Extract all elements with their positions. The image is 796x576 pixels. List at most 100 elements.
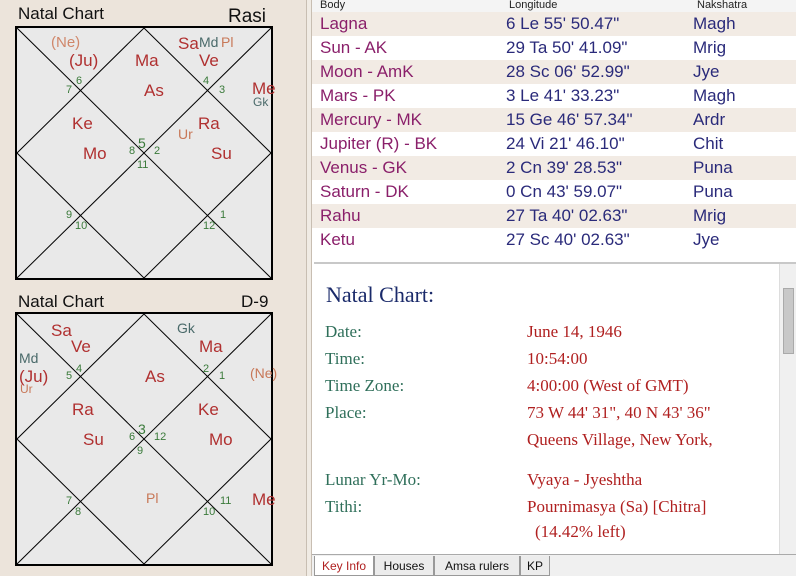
- tab-key-info[interactable]: Key Info: [314, 556, 374, 576]
- planet-label: Ur: [20, 382, 33, 396]
- planet-label: As: [144, 81, 164, 100]
- tab-amsa-rulers[interactable]: Amsa rulers: [434, 556, 520, 576]
- place-label: Place:: [325, 403, 367, 422]
- house-number: 6: [129, 431, 136, 443]
- rasi-chart[interactable]: (Ne) (Ju) Ma Sa Md Pl Ve Me Gk As Ke Ra …: [15, 26, 276, 280]
- longitude-cell: 27 Ta 40' 02.63": [506, 206, 628, 225]
- nakshatra-cell: Puna: [693, 182, 733, 201]
- table-row[interactable]: Lagna 6 Le 55' 50.47" Magh: [312, 12, 796, 36]
- nakshatra-cell: Mrig: [693, 206, 727, 225]
- table-row[interactable]: Rahu 27 Ta 40' 02.63" Mrig: [312, 204, 796, 228]
- planet-label: Pl: [221, 34, 234, 50]
- table-row[interactable]: Mars - PK 3 Le 41' 33.23" Magh: [312, 84, 796, 108]
- table-row[interactable]: Moon - AmK 28 Sc 06' 52.99" Jye: [312, 60, 796, 84]
- table-row[interactable]: Ketu 27 Sc 40' 02.63" Jye: [312, 228, 796, 252]
- body-cell: Venus - GK: [320, 158, 407, 177]
- longitude-cell: 3 Le 41' 33.23": [506, 86, 620, 105]
- body-cell: Mercury - MK: [320, 110, 422, 129]
- house-number: 12: [203, 220, 216, 232]
- house-number: 4: [76, 363, 83, 375]
- table-row[interactable]: Jupiter (R) - BK 24 Vi 21' 46.10" Chit: [312, 132, 796, 156]
- longitude-cell: 28 Sc 06' 52.99": [506, 62, 630, 81]
- body-cell: Ketu: [320, 230, 355, 249]
- nakshatra-cell: Jye: [693, 230, 720, 249]
- house-number: 7: [66, 495, 73, 507]
- lunar-value: Vyaya - Jyeshtha: [527, 470, 643, 489]
- table-row[interactable]: Mercury - MK 15 Ge 46' 57.34" Ardr: [312, 108, 796, 132]
- planet-label: As: [145, 367, 165, 386]
- house-number: 11: [137, 159, 149, 171]
- planet-label: Mo: [209, 430, 233, 449]
- house-number: 8: [129, 145, 136, 157]
- nakshatra-cell: Mrig: [693, 38, 727, 57]
- nakshatra-cell: Magh: [693, 86, 736, 105]
- details-panel: Body Longitude Nakshatra Lagna 6 Le 55' …: [312, 0, 796, 576]
- house-number: 9: [137, 445, 144, 457]
- house-number: 5: [138, 135, 146, 151]
- planet-label: Sa: [178, 34, 199, 53]
- tithi-value: Pournimasya (Sa) [Chitra]: [527, 497, 707, 516]
- planet-label: Sa: [51, 321, 72, 340]
- column-header-longitude[interactable]: Longitude: [509, 0, 557, 11]
- house-number: 5: [66, 370, 73, 382]
- house-number: 2: [203, 363, 210, 375]
- info-title: Natal Chart:: [326, 282, 435, 307]
- longitude-cell: 2 Cn 39' 28.53": [506, 158, 623, 177]
- planet-label: Ma: [135, 51, 159, 70]
- planet-label: Ke: [198, 400, 219, 419]
- house-number: 3: [219, 84, 226, 96]
- body-cell: Saturn - DK: [320, 182, 409, 201]
- d9-chart-division: D-9: [241, 292, 269, 311]
- date-value: June 14, 1946: [527, 322, 622, 341]
- body-cell: Moon - AmK: [320, 62, 414, 81]
- time-value: 10:54:00: [527, 349, 588, 368]
- body-cell: Mars - PK: [320, 86, 396, 105]
- body-cell: Jupiter (R) - BK: [320, 134, 438, 153]
- tithi-label: Tithi:: [325, 497, 363, 516]
- d9-chart[interactable]: Sa Ve Gk Ma Md (Ju) Ur As (Ne) Ra Ke Su …: [15, 312, 277, 566]
- longitude-cell: 6 Le 55' 50.47": [506, 14, 620, 33]
- tab-kp[interactable]: KP: [520, 556, 550, 576]
- bottom-tab-bar: Key Info Houses Amsa rulers KP: [312, 554, 796, 576]
- planet-label: Ur: [178, 126, 193, 142]
- table-row[interactable]: Saturn - DK 0 Cn 43' 59.07" Puna: [312, 180, 796, 204]
- timezone-label: Time Zone:: [325, 376, 405, 395]
- rasi-chart-title: Natal Chart: [18, 4, 104, 23]
- d9-chart-lines: [17, 314, 271, 564]
- planet-label: Su: [83, 430, 104, 449]
- vertical-scrollbar[interactable]: [779, 264, 796, 556]
- planet-label: Su: [211, 144, 232, 163]
- time-label: Time:: [325, 349, 366, 368]
- positions-table[interactable]: Lagna 6 Le 55' 50.47" Magh Sun - AK 29 T…: [312, 12, 796, 262]
- charts-panel: Natal Chart Rasi (Ne) (Ju) Ma Sa Md Pl V…: [0, 0, 306, 576]
- column-header-nakshatra[interactable]: Nakshatra: [697, 0, 747, 11]
- planet-label: Ke: [72, 114, 93, 133]
- longitude-cell: 15 Ge 46' 57.34": [506, 110, 633, 129]
- house-number: 9: [66, 209, 73, 221]
- planet-label: Md: [19, 350, 39, 366]
- nakshatra-cell: Puna: [693, 158, 733, 177]
- planet-label: Ra: [198, 114, 220, 133]
- longitude-cell: 0 Cn 43' 59.07": [506, 182, 623, 201]
- planet-label: Md: [199, 34, 219, 50]
- table-row[interactable]: Sun - AK 29 Ta 50' 41.09" Mrig: [312, 36, 796, 60]
- house-number: 11: [220, 495, 232, 507]
- body-cell: Rahu: [320, 206, 361, 225]
- planet-label: Me: [252, 490, 276, 509]
- planet-label: Ve: [199, 51, 219, 70]
- house-number: 7: [66, 84, 73, 96]
- house-number: 3: [138, 421, 146, 437]
- table-row[interactable]: Venus - GK 2 Cn 39' 28.53" Puna: [312, 156, 796, 180]
- house-number: 10: [75, 220, 88, 232]
- house-number: 4: [203, 75, 210, 87]
- column-header-body[interactable]: Body: [320, 0, 345, 11]
- planet-label: (Ju): [69, 51, 99, 70]
- body-cell: Sun - AK: [320, 38, 388, 57]
- tithi-left-value: (14.42% left): [535, 522, 626, 541]
- planet-label: (Ne): [51, 34, 81, 51]
- scrollbar-thumb[interactable]: [783, 288, 794, 354]
- tab-houses[interactable]: Houses: [374, 556, 434, 576]
- house-number: 10: [203, 506, 216, 518]
- rasi-chart-division: Rasi: [228, 6, 267, 27]
- timezone-value: 4:00:00 (West of GMT): [527, 376, 689, 395]
